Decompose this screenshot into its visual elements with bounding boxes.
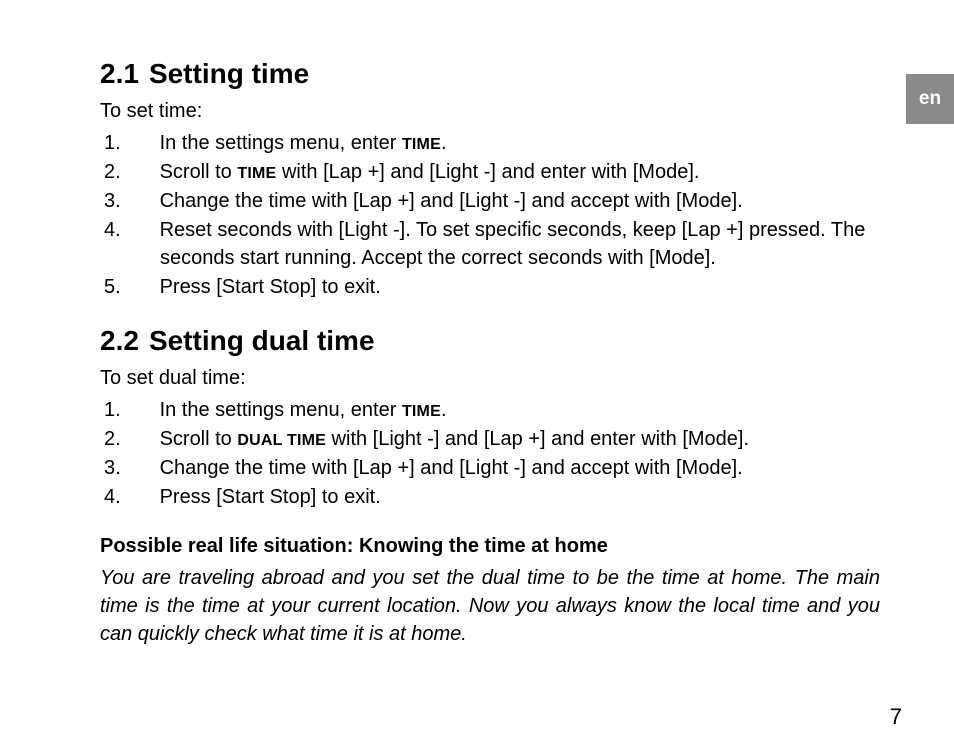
step-text: . [441, 399, 447, 421]
step-number: 2. [132, 158, 154, 186]
menu-item-label: TIME [402, 136, 441, 153]
section-title: Setting dual time [149, 325, 375, 356]
list-item: 2. Scroll to DUAL TIME with [Light -] an… [132, 425, 880, 453]
step-text: with [Light -] and [Lap +] and enter wit… [326, 428, 749, 450]
page-number: 7 [890, 704, 902, 730]
section-number: 2.2 [100, 325, 139, 356]
step-text: . [441, 132, 447, 154]
step-text: with [Lap +] and [Light -] and enter wit… [276, 161, 699, 183]
scenario-text: You are traveling abroad and you set the… [100, 564, 880, 648]
step-number: 3. [132, 454, 154, 482]
step-number: 1. [132, 396, 154, 424]
steps-list-2: 1. In the settings menu, enter TIME. 2. … [132, 396, 880, 511]
section-heading-2-2: 2.2 Setting dual time [100, 325, 880, 357]
page-content: 2.1 Setting time To set time: 1. In the s… [100, 58, 880, 648]
step-number: 1. [132, 129, 154, 157]
section-heading-2-1: 2.1 Setting time [100, 58, 880, 90]
step-text: Scroll to [160, 161, 238, 183]
list-item: 1. In the settings menu, enter TIME. [132, 129, 880, 157]
steps-list-1: 1. In the settings menu, enter TIME. 2. … [132, 129, 880, 301]
list-item: 2. Scroll to TIME with [Lap +] and [Ligh… [132, 158, 880, 186]
scenario-heading: Possible real life situation: Knowing th… [100, 535, 880, 558]
list-item: 5. Press [Start Stop] to exit. [132, 273, 880, 301]
list-item: 3. Change the time with [Lap +] and [Lig… [132, 187, 880, 215]
step-text: Change the time with [Lap +] and [Light … [160, 190, 743, 212]
language-tab: en [906, 74, 954, 124]
intro-text: To set dual time: [100, 367, 880, 390]
menu-item-label: TIME [402, 403, 441, 420]
section-number: 2.1 [100, 58, 139, 89]
step-number: 2. [132, 425, 154, 453]
step-text: Press [Start Stop] to exit. [160, 276, 381, 298]
step-text: Reset seconds with [Light -]. To set spe… [160, 219, 866, 269]
step-number: 4. [132, 483, 154, 511]
step-text: Press [Start Stop] to exit. [160, 486, 381, 508]
step-number: 4. [132, 216, 154, 244]
list-item: 1. In the settings menu, enter TIME. [132, 396, 880, 424]
menu-item-label: DUAL TIME [237, 432, 326, 449]
step-number: 5. [132, 273, 154, 301]
section-title: Setting time [149, 58, 309, 89]
intro-text: To set time: [100, 100, 880, 123]
step-text: Change the time with [Lap +] and [Light … [160, 457, 743, 479]
step-text: In the settings menu, enter [160, 132, 402, 154]
list-item: 4. Press [Start Stop] to exit. [132, 483, 880, 511]
menu-item-label: TIME [237, 165, 276, 182]
list-item: 4. Reset seconds with [Light -]. To set … [132, 216, 880, 272]
step-text: Scroll to [160, 428, 238, 450]
list-item: 3. Change the time with [Lap +] and [Lig… [132, 454, 880, 482]
step-text: In the settings menu, enter [160, 399, 402, 421]
step-number: 3. [132, 187, 154, 215]
